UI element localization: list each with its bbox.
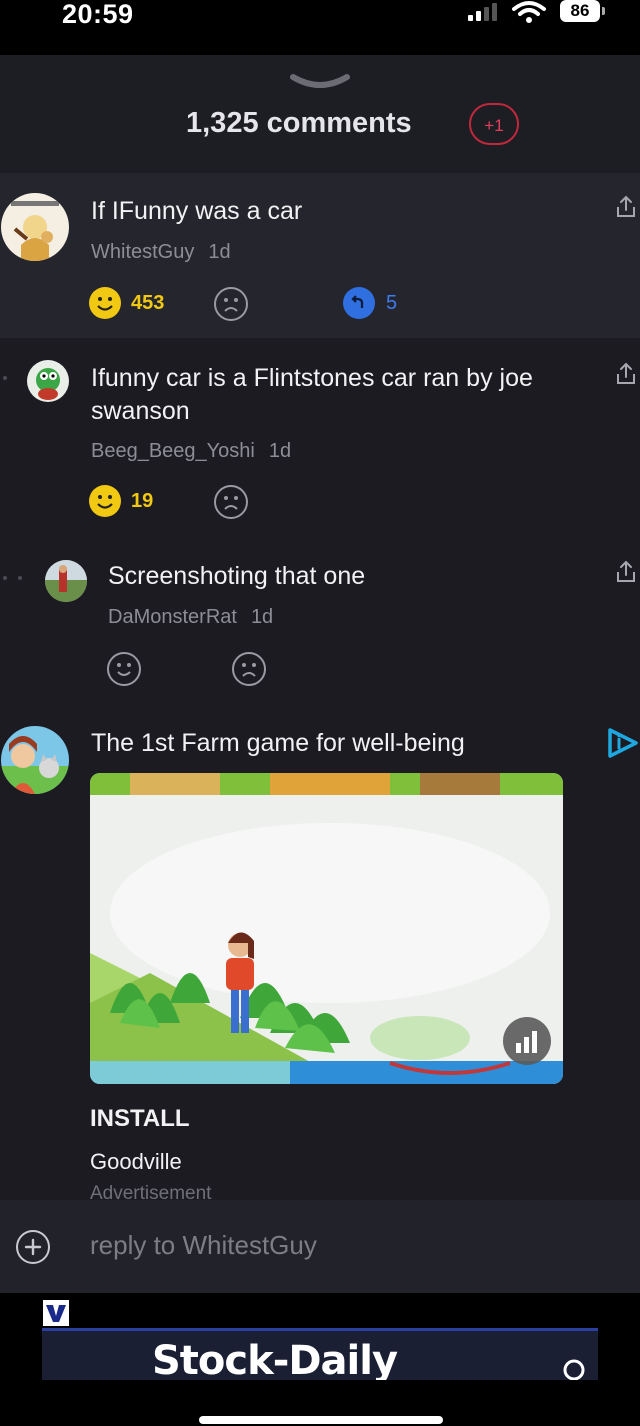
battery-tip	[602, 7, 605, 15]
ad-network-logo	[43, 1300, 69, 1326]
thread-indent-dot	[3, 376, 7, 380]
avatar[interactable]	[27, 360, 69, 402]
home-indicator[interactable]	[199, 1416, 443, 1424]
reply-input[interactable]: reply to WhitestGuy	[90, 1230, 317, 1261]
add-icon[interactable]	[16, 1230, 50, 1264]
chevron-down-icon[interactable]	[289, 73, 351, 93]
reply-bar: reply to WhitestGuy	[0, 1200, 640, 1293]
comment-author[interactable]: WhitestGuy	[91, 241, 194, 263]
banner-ad-text: Stock-Daily	[152, 1338, 398, 1380]
stats-icon[interactable]	[513, 1027, 541, 1055]
comment-text: If IFunny was a car	[91, 197, 303, 225]
thread-indent-dot	[18, 576, 22, 580]
wifi-icon	[512, 1, 546, 23]
thread-indent-dot	[3, 576, 7, 580]
comment-author[interactable]: Beeg_Beeg_Yoshi	[91, 440, 255, 462]
comment-meta: Beeg_Beeg_Yoshi 1d	[91, 440, 291, 463]
comments-header: 1,325 comments +1	[0, 55, 640, 173]
smile-count: 453	[131, 291, 165, 314]
smile-icon[interactable]	[107, 652, 141, 686]
smile-reaction-button[interactable]: 453	[89, 287, 164, 319]
ad-creative-image[interactable]	[90, 773, 563, 1084]
status-bar: 20:59 86	[0, 0, 640, 55]
comment-meta: DaMonsterRat 1d	[108, 606, 273, 629]
comment-text: Ifunny car is a Flintstones car ran by j…	[91, 364, 533, 425]
ad-title[interactable]: The 1st Farm game for well-being	[91, 727, 465, 760]
comment-item: Screenshoting that one DaMonsterRat 1d	[0, 538, 640, 708]
status-time: 20:59	[62, 0, 134, 29]
search-icon	[563, 1359, 585, 1380]
comments-count-title: 1,325 comments	[186, 107, 412, 139]
reply-icon[interactable]	[343, 287, 375, 319]
install-button[interactable]: INSTALL	[90, 1105, 190, 1133]
cellular-signal-icon	[468, 3, 497, 21]
advertiser-name[interactable]: Goodville	[90, 1149, 182, 1175]
smile-reaction-button[interactable]: 19	[89, 485, 153, 517]
comment-item: If IFunny was a car WhitestGuy 1d 453 5	[0, 173, 640, 338]
comment-item: Ifunny car is a Flintstones car ran by j…	[0, 338, 640, 538]
avatar[interactable]	[45, 560, 87, 602]
comment-time: 1d	[268, 440, 292, 462]
avatar[interactable]	[1, 193, 69, 261]
banner-ad[interactable]: Stock-Daily	[42, 1328, 598, 1380]
share-icon[interactable]	[615, 560, 637, 584]
share-icon[interactable]	[615, 362, 637, 386]
reply-count[interactable]: 5	[386, 292, 397, 315]
adchoices-icon[interactable]	[606, 727, 640, 759]
smile-icon	[89, 287, 121, 319]
comment-meta: WhitestGuy 1d	[91, 241, 231, 264]
smile-count: 19	[131, 489, 154, 512]
frown-icon[interactable]	[232, 652, 266, 686]
smile-icon	[89, 485, 121, 517]
comment-time: 1d	[250, 606, 274, 628]
frown-icon[interactable]	[214, 287, 248, 321]
battery-indicator: 86	[560, 0, 600, 22]
comment-text: Screenshoting that one	[108, 562, 366, 590]
comment-time: 1d	[208, 241, 231, 263]
new-comments-badge[interactable]: +1	[469, 103, 519, 145]
bottom-ad-area: Stock-Daily	[0, 1293, 640, 1426]
advertiser-avatar[interactable]	[1, 726, 69, 794]
comment-author[interactable]: DaMonsterRat	[108, 606, 237, 628]
comments-sheet: 1,325 comments +1 If IFunny was a car Wh…	[0, 55, 640, 1293]
share-icon[interactable]	[615, 195, 637, 219]
frown-icon[interactable]	[214, 485, 248, 519]
